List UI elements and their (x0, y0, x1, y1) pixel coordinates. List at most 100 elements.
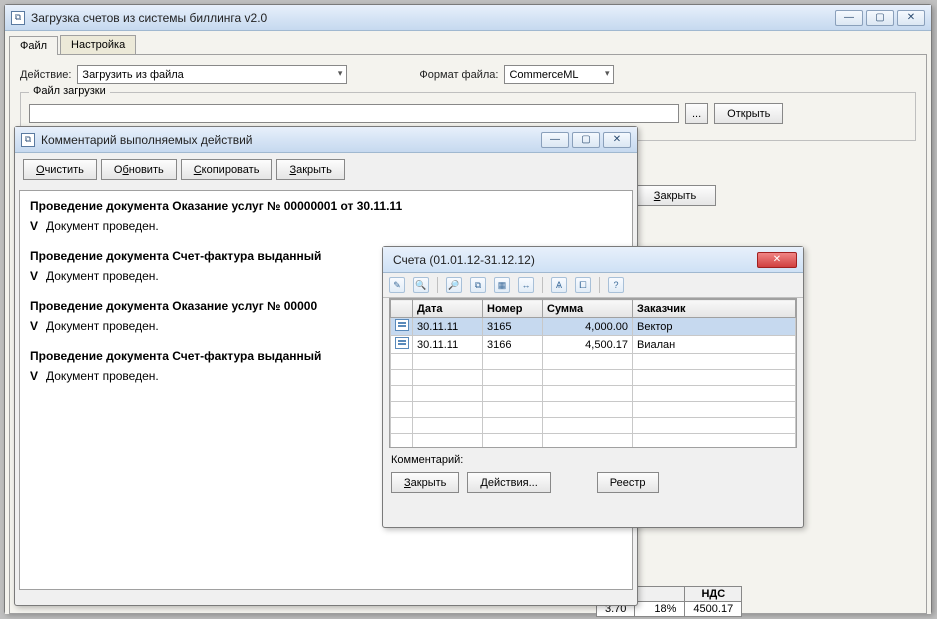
inv-grid-scroll[interactable]: Дата Номер Сумма Заказчик 30.11.1131654,… (389, 298, 797, 448)
cell (413, 370, 483, 386)
inv-grid-wrap: Дата Номер Сумма Заказчик 30.11.1131654,… (383, 298, 803, 448)
inv-titlebar[interactable]: Счета (01.01.12-31.12.12) ✕ (383, 247, 803, 273)
cell (413, 402, 483, 418)
cell: 30.11.11 (413, 318, 483, 336)
cell: 4,000.00 (543, 318, 633, 336)
cell (543, 402, 633, 418)
cell (633, 418, 796, 434)
col-date[interactable]: Дата (413, 300, 483, 318)
minimize-button[interactable]: — (835, 10, 863, 26)
cell (391, 318, 413, 336)
inv-close-button[interactable]: Закрыть (391, 472, 459, 493)
cell (483, 434, 543, 449)
tb-span-icon[interactable]: ↔ (518, 277, 534, 293)
cell (543, 354, 633, 370)
cell (413, 354, 483, 370)
main-tabs: Файл Настройка (5, 31, 931, 54)
action-value: Загрузить из файла (82, 69, 183, 81)
inv-grid: Дата Номер Сумма Заказчик 30.11.1131654,… (390, 299, 796, 448)
format-label: Формат файла: (419, 69, 498, 81)
log-close-button[interactable]: Закрыть (276, 159, 344, 180)
table-row[interactable] (391, 354, 796, 370)
table-row[interactable] (391, 370, 796, 386)
open-button[interactable]: Открыть (714, 103, 783, 124)
table-row[interactable] (391, 386, 796, 402)
refresh-button[interactable]: Обновить (101, 159, 177, 180)
sep2-icon (542, 277, 543, 293)
maximize-button[interactable]: ▢ (866, 10, 894, 26)
check-icon: V (30, 369, 42, 383)
inv-actions-button[interactable]: Действия... (467, 472, 550, 493)
cell (413, 386, 483, 402)
log-entry-body: VДокумент проведен. (30, 219, 622, 233)
tb-new-icon[interactable]: ✎ (389, 277, 405, 293)
table-row[interactable]: 30.11.1131664,500.17Виалан (391, 336, 796, 354)
tab-settings[interactable]: Настройка (60, 35, 136, 54)
inv-registry-button[interactable]: Реестр (597, 472, 659, 493)
cell (391, 354, 413, 370)
check-icon: V (30, 219, 42, 233)
cell (391, 336, 413, 354)
tb-link-icon[interactable]: ▦ (494, 277, 510, 293)
format-select[interactable]: CommerceML (504, 65, 614, 84)
table-row[interactable] (391, 434, 796, 449)
cell (391, 434, 413, 449)
main-titlebar[interactable]: ⧉ Загрузка счетов из системы биллинга v2… (5, 5, 931, 31)
tab-file[interactable]: Файл (9, 36, 58, 55)
tb-filter-icon[interactable]: Ѧ (551, 277, 567, 293)
cell (633, 386, 796, 402)
log-titlebar[interactable]: ⧉ Комментарий выполняемых действий — ▢ ✕ (15, 127, 637, 153)
clear-button[interactable]: Очистить (23, 159, 97, 180)
col-sum[interactable]: Сумма (543, 300, 633, 318)
table-row[interactable] (391, 418, 796, 434)
cell (413, 418, 483, 434)
behind-td-3: 4500.17 (685, 602, 742, 617)
table-row[interactable]: 30.11.1131654,000.00Вектор (391, 318, 796, 336)
log-title: Комментарий выполняемых действий (41, 133, 541, 147)
browse-button[interactable]: ... (685, 103, 708, 124)
cell: 3166 (483, 336, 543, 354)
cell (633, 402, 796, 418)
check-icon: V (30, 319, 42, 333)
tb-tree-icon[interactable]: ⧠ (575, 277, 591, 293)
inv-title: Счета (01.01.12-31.12.12) (389, 253, 757, 267)
cell (483, 354, 543, 370)
doc-icon (395, 319, 409, 331)
col-icon[interactable] (391, 300, 413, 318)
tb-help-icon[interactable]: ? (608, 277, 624, 293)
tb-find-icon[interactable]: 🔎 (446, 277, 462, 293)
inv-footer: Комментарий: Закрыть Действия... Реестр (383, 448, 803, 499)
file-path-input[interactable] (29, 104, 679, 123)
cell (483, 418, 543, 434)
main-close-button[interactable]: Закрыть (634, 185, 716, 206)
behind-td-2: 18% (635, 602, 685, 617)
log-close-window-button[interactable]: ✕ (603, 132, 631, 148)
cell (391, 402, 413, 418)
cell (483, 386, 543, 402)
log-entry-header: Проведение документа Оказание услуг № 00… (30, 199, 622, 213)
log-minimize-button[interactable]: — (541, 132, 569, 148)
table-row[interactable] (391, 402, 796, 418)
cell (633, 370, 796, 386)
cell: Вектор (633, 318, 796, 336)
check-icon: V (30, 269, 42, 283)
cell (413, 434, 483, 449)
comment-label: Комментарий: (391, 454, 795, 466)
cell (483, 370, 543, 386)
cell (483, 402, 543, 418)
col-number[interactable]: Номер (483, 300, 543, 318)
cell (391, 418, 413, 434)
log-maximize-button[interactable]: ▢ (572, 132, 600, 148)
cell: 3165 (483, 318, 543, 336)
col-customer[interactable]: Заказчик (633, 300, 796, 318)
copy-button[interactable]: Скопировать (181, 159, 273, 180)
tb-open-icon[interactable]: 🔍 (413, 277, 429, 293)
tb-copy-icon[interactable]: ⧉ (470, 277, 486, 293)
close-window-button[interactable]: ✕ (897, 10, 925, 26)
log-toolbar: Очистить Обновить Скопировать Закрыть (15, 153, 637, 186)
cell: Виалан (633, 336, 796, 354)
format-value: CommerceML (509, 69, 578, 81)
inv-close-window-button[interactable]: ✕ (757, 252, 797, 268)
invoices-window: Счета (01.01.12-31.12.12) ✕ ✎ 🔍 🔎 ⧉ ▦ ↔ … (382, 246, 804, 528)
action-select[interactable]: Загрузить из файла (77, 65, 347, 84)
